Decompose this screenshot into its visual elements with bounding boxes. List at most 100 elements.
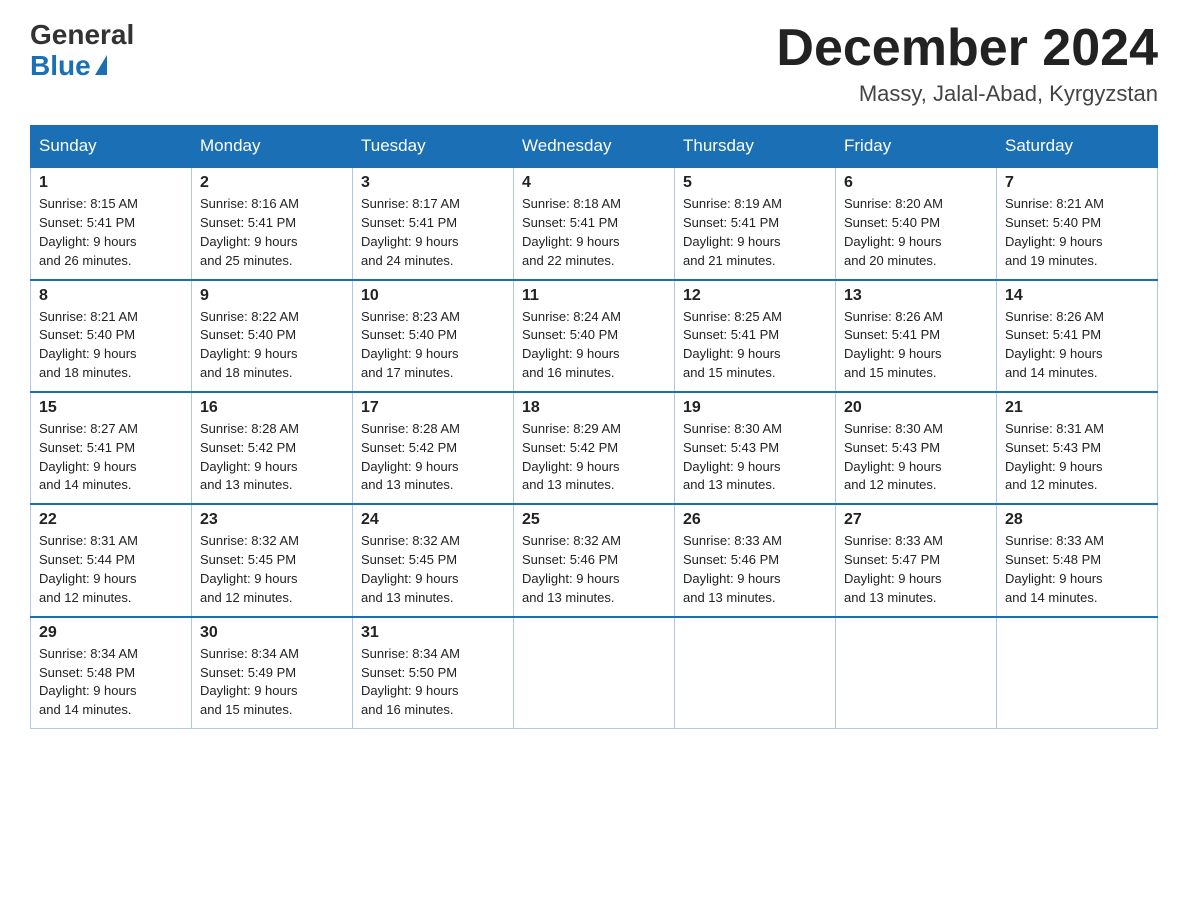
day-info: Sunrise: 8:34 AMSunset: 5:49 PMDaylight:…: [200, 646, 299, 718]
calendar-cell: [836, 617, 997, 729]
day-number: 4: [522, 174, 666, 192]
calendar-cell: 19 Sunrise: 8:30 AMSunset: 5:43 PMDayligh…: [675, 392, 836, 504]
day-number: 10: [361, 287, 505, 305]
col-friday: Friday: [836, 126, 997, 168]
day-info: Sunrise: 8:28 AMSunset: 5:42 PMDaylight:…: [361, 421, 460, 493]
week-row-3: 15 Sunrise: 8:27 AMSunset: 5:41 PMDayligh…: [31, 392, 1158, 504]
calendar-cell: 30 Sunrise: 8:34 AMSunset: 5:49 PMDayligh…: [192, 617, 353, 729]
day-info: Sunrise: 8:33 AMSunset: 5:48 PMDaylight:…: [1005, 533, 1104, 605]
day-number: 9: [200, 287, 344, 305]
calendar-cell: 23 Sunrise: 8:32 AMSunset: 5:45 PMDayligh…: [192, 504, 353, 616]
day-info: Sunrise: 8:32 AMSunset: 5:45 PMDaylight:…: [200, 533, 299, 605]
calendar-cell: 26 Sunrise: 8:33 AMSunset: 5:46 PMDayligh…: [675, 504, 836, 616]
calendar-cell: 1 Sunrise: 8:15 AMSunset: 5:41 PMDaylight…: [31, 167, 192, 279]
day-number: 11: [522, 287, 666, 305]
day-number: 12: [683, 287, 827, 305]
day-info: Sunrise: 8:28 AMSunset: 5:42 PMDaylight:…: [200, 421, 299, 493]
calendar-cell: 2Sunrise: 8:16 AMSunset: 5:41 PMDaylight…: [192, 167, 353, 279]
day-number: 19: [683, 399, 827, 417]
col-saturday: Saturday: [997, 126, 1158, 168]
page-header: General Blue December 2024 Massy, Jalal-…: [30, 20, 1158, 107]
day-info: Sunrise: 8:21 AMSunset: 5:40 PMDaylight:…: [1005, 196, 1104, 268]
calendar-cell: 10 Sunrise: 8:23 AMSunset: 5:40 PMDayligh…: [353, 280, 514, 392]
day-info: Sunrise: 8:29 AMSunset: 5:42 PMDaylight:…: [522, 421, 621, 493]
calendar-subtitle: Massy, Jalal-Abad, Kyrgyzstan: [776, 81, 1158, 107]
day-info: Sunrise: 8:22 AMSunset: 5:40 PMDaylight:…: [200, 309, 299, 381]
calendar-cell: 24Sunrise: 8:32 AMSunset: 5:45 PMDayligh…: [353, 504, 514, 616]
calendar-header-row: Sunday Monday Tuesday Wednesday Thursday…: [31, 126, 1158, 168]
day-info: Sunrise: 8:32 AMSunset: 5:46 PMDaylight:…: [522, 533, 621, 605]
day-info: Sunrise: 8:26 AMSunset: 5:41 PMDaylight:…: [1005, 309, 1104, 381]
day-info: Sunrise: 8:25 AMSunset: 5:41 PMDaylight:…: [683, 309, 782, 381]
day-info: Sunrise: 8:17 AMSunset: 5:41 PMDaylight:…: [361, 196, 460, 268]
day-info: Sunrise: 8:23 AMSunset: 5:40 PMDaylight:…: [361, 309, 460, 381]
day-info: Sunrise: 8:19 AMSunset: 5:41 PMDaylight:…: [683, 196, 782, 268]
day-number: 1: [39, 174, 183, 192]
calendar-cell: 15 Sunrise: 8:27 AMSunset: 5:41 PMDayligh…: [31, 392, 192, 504]
day-number: 25: [522, 511, 666, 529]
col-monday: Monday: [192, 126, 353, 168]
col-tuesday: Tuesday: [353, 126, 514, 168]
calendar-cell: 29 Sunrise: 8:34 AMSunset: 5:48 PMDayligh…: [31, 617, 192, 729]
day-number: 31: [361, 624, 505, 642]
calendar-cell: [675, 617, 836, 729]
day-number: 2: [200, 174, 344, 192]
col-thursday: Thursday: [675, 126, 836, 168]
day-number: 18: [522, 399, 666, 417]
day-number: 15: [39, 399, 183, 417]
calendar-cell: 13Sunrise: 8:26 AMSunset: 5:41 PMDayligh…: [836, 280, 997, 392]
day-number: 23: [200, 511, 344, 529]
day-info: Sunrise: 8:34 AMSunset: 5:50 PMDaylight:…: [361, 646, 460, 718]
title-block: December 2024 Massy, Jalal-Abad, Kyrgyzs…: [776, 20, 1158, 107]
calendar-cell: 5Sunrise: 8:19 AMSunset: 5:41 PMDaylight…: [675, 167, 836, 279]
calendar-cell: 18 Sunrise: 8:29 AMSunset: 5:42 PMDayligh…: [514, 392, 675, 504]
week-row-4: 22 Sunrise: 8:31 AMSunset: 5:44 PMDayligh…: [31, 504, 1158, 616]
day-info: Sunrise: 8:33 AMSunset: 5:47 PMDaylight:…: [844, 533, 943, 605]
calendar-cell: [514, 617, 675, 729]
calendar-cell: 7 Sunrise: 8:21 AMSunset: 5:40 PMDaylight…: [997, 167, 1158, 279]
calendar-cell: 16Sunrise: 8:28 AMSunset: 5:42 PMDayligh…: [192, 392, 353, 504]
calendar-cell: 11 Sunrise: 8:24 AMSunset: 5:40 PMDayligh…: [514, 280, 675, 392]
calendar-cell: 25 Sunrise: 8:32 AMSunset: 5:46 PMDayligh…: [514, 504, 675, 616]
day-number: 6: [844, 174, 988, 192]
logo-triangle-icon: [95, 55, 107, 75]
day-number: 7: [1005, 174, 1149, 192]
day-info: Sunrise: 8:31 AMSunset: 5:44 PMDaylight:…: [39, 533, 138, 605]
calendar-table: Sunday Monday Tuesday Wednesday Thursday…: [30, 125, 1158, 729]
day-number: 27: [844, 511, 988, 529]
day-info: Sunrise: 8:26 AMSunset: 5:41 PMDaylight:…: [844, 309, 943, 381]
day-number: 30: [200, 624, 344, 642]
day-number: 28: [1005, 511, 1149, 529]
day-info: Sunrise: 8:24 AMSunset: 5:40 PMDaylight:…: [522, 309, 621, 381]
day-number: 24: [361, 511, 505, 529]
day-number: 14: [1005, 287, 1149, 305]
calendar-cell: 22 Sunrise: 8:31 AMSunset: 5:44 PMDayligh…: [31, 504, 192, 616]
logo: General Blue: [30, 20, 134, 82]
day-info: Sunrise: 8:27 AMSunset: 5:41 PMDaylight:…: [39, 421, 138, 493]
col-wednesday: Wednesday: [514, 126, 675, 168]
col-sunday: Sunday: [31, 126, 192, 168]
day-number: 21: [1005, 399, 1149, 417]
calendar-cell: 12 Sunrise: 8:25 AMSunset: 5:41 PMDayligh…: [675, 280, 836, 392]
week-row-1: 1 Sunrise: 8:15 AMSunset: 5:41 PMDaylight…: [31, 167, 1158, 279]
week-row-2: 8 Sunrise: 8:21 AMSunset: 5:40 PMDaylight…: [31, 280, 1158, 392]
day-info: Sunrise: 8:33 AMSunset: 5:46 PMDaylight:…: [683, 533, 782, 605]
day-info: Sunrise: 8:21 AMSunset: 5:40 PMDaylight:…: [39, 309, 138, 381]
day-info: Sunrise: 8:15 AMSunset: 5:41 PMDaylight:…: [39, 196, 138, 268]
day-info: Sunrise: 8:30 AMSunset: 5:43 PMDaylight:…: [683, 421, 782, 493]
day-info: Sunrise: 8:31 AMSunset: 5:43 PMDaylight:…: [1005, 421, 1104, 493]
day-info: Sunrise: 8:34 AMSunset: 5:48 PMDaylight:…: [39, 646, 138, 718]
day-number: 22: [39, 511, 183, 529]
logo-blue-text: Blue: [30, 51, 107, 82]
day-number: 3: [361, 174, 505, 192]
day-number: 8: [39, 287, 183, 305]
calendar-cell: 21 Sunrise: 8:31 AMSunset: 5:43 PMDayligh…: [997, 392, 1158, 504]
week-row-5: 29 Sunrise: 8:34 AMSunset: 5:48 PMDayligh…: [31, 617, 1158, 729]
day-number: 29: [39, 624, 183, 642]
day-number: 20: [844, 399, 988, 417]
logo-general-text: General: [30, 20, 134, 51]
calendar-cell: 27 Sunrise: 8:33 AMSunset: 5:47 PMDayligh…: [836, 504, 997, 616]
day-number: 26: [683, 511, 827, 529]
calendar-title: December 2024: [776, 20, 1158, 77]
calendar-cell: 8 Sunrise: 8:21 AMSunset: 5:40 PMDaylight…: [31, 280, 192, 392]
